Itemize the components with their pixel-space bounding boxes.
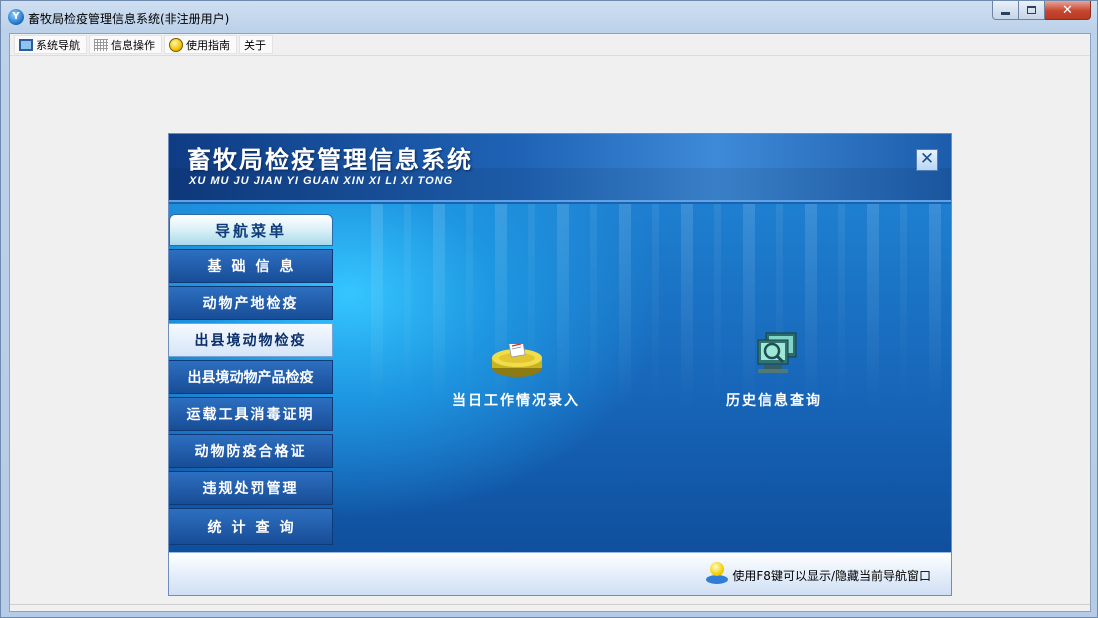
- restore-button[interactable]: [1019, 1, 1045, 20]
- menu-info-operation[interactable]: 信息操作: [89, 35, 162, 54]
- menu-label: 使用指南: [186, 38, 230, 52]
- menu-user-guide[interactable]: 使用指南: [164, 35, 237, 54]
- minimize-icon: [1001, 11, 1010, 15]
- title-bar[interactable]: Y 畜牧局检疫管理信息系统(非注册用户) ✕: [1, 1, 1097, 33]
- nav-menu: 导航菜单 基础信息 动物产地检疫 出县境动物检疫 出县境动物产品检疫 运载工具消…: [169, 214, 333, 548]
- nav-item-origin-quarantine[interactable]: 动物产地检疫: [169, 286, 333, 320]
- nav-item-vehicle-disinfection[interactable]: 运载工具消毒证明: [169, 397, 333, 431]
- f8-hint: 使用F8键可以显示/隐藏当前导航窗口: [706, 562, 931, 584]
- panel-status-strip: 使用F8键可以显示/隐藏当前导航窗口: [169, 552, 951, 595]
- nav-item-violation-penalty[interactable]: 违规处罚管理: [169, 471, 333, 505]
- menu-label: 信息操作: [111, 38, 155, 52]
- daily-entry-action[interactable]: 当日工作情况录入: [451, 330, 581, 410]
- grid-icon: [94, 38, 108, 51]
- menu-label: 系统导航: [36, 38, 80, 52]
- close-icon: ✕: [1062, 2, 1073, 18]
- panel-subtitle: XU MU JU JIAN YI GUAN XIN XI LI XI TONG: [189, 175, 454, 187]
- nav-menu-header: 导航菜单: [169, 214, 333, 246]
- close-window-button[interactable]: ✕: [1045, 1, 1091, 20]
- nav-item-basic-info[interactable]: 基础信息: [169, 249, 333, 283]
- menu-about[interactable]: 关于: [239, 35, 273, 54]
- monitor-search-icon: [744, 330, 804, 382]
- bulb-icon: [169, 37, 183, 52]
- nav-item-outbound-product-quarantine[interactable]: 出县境动物产品检疫: [169, 360, 333, 394]
- menu-label: 关于: [244, 38, 266, 52]
- restore-icon: [1027, 6, 1036, 14]
- history-query-label: 历史信息查询: [726, 393, 822, 409]
- lightbulb-icon: [706, 562, 729, 584]
- app-logo-icon: Y: [8, 9, 24, 25]
- panel-title: 畜牧局检疫管理信息系统: [187, 145, 473, 174]
- window-controls: ✕: [992, 1, 1091, 21]
- navigation-panel: 畜牧局检疫管理信息系统 XU MU JU JIAN YI GUAN XIN XI…: [168, 133, 952, 596]
- nav-item-statistics[interactable]: 统计查询: [169, 508, 333, 545]
- panel-stage: 导航菜单 基础信息 动物产地检疫 出县境动物检疫 出县境动物产品检疫 运载工具消…: [169, 204, 951, 554]
- database-entry-icon: [486, 330, 546, 382]
- hint-text: 使用F8键可以显示/隐藏当前导航窗口: [732, 568, 931, 583]
- daily-entry-label: 当日工作情况录入: [452, 393, 580, 409]
- close-icon: ✕: [919, 149, 935, 169]
- panel-banner: 畜牧局检疫管理信息系统 XU MU JU JIAN YI GUAN XIN XI…: [169, 134, 951, 202]
- window-title: 畜牧局检疫管理信息系统(非注册用户): [28, 12, 230, 26]
- minimize-button[interactable]: [992, 1, 1019, 20]
- menu-bar: 系统导航 信息操作 使用指南 关于: [10, 34, 1090, 56]
- divider: [10, 604, 1090, 605]
- history-query-action[interactable]: 历史信息查询: [714, 330, 834, 410]
- menu-system-nav[interactable]: 系统导航: [14, 35, 87, 54]
- nav-item-epidemic-certificate[interactable]: 动物防疫合格证: [169, 434, 333, 468]
- screen-icon: [19, 38, 33, 51]
- nav-item-outbound-animal-quarantine[interactable]: 出县境动物检疫: [169, 323, 333, 357]
- panel-close-button[interactable]: ✕: [916, 149, 938, 171]
- app-window: Y 畜牧局检疫管理信息系统(非注册用户) ✕ 系统导航 信息操作 使用指南 关于…: [0, 0, 1098, 618]
